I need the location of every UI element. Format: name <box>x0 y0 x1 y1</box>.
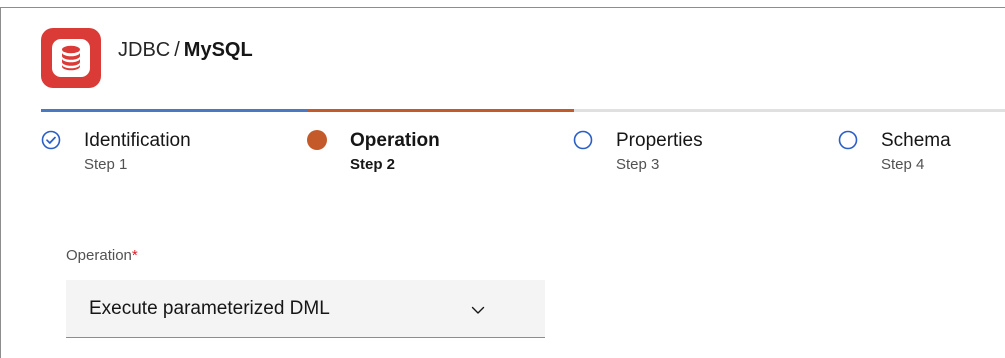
title-separator: / <box>174 39 180 61</box>
operation-dropdown[interactable]: Execute parameterized DML <box>66 280 545 338</box>
filled-circle-icon <box>307 130 327 150</box>
step-identification[interactable]: Identification Step 1 <box>41 130 191 176</box>
operation-dropdown-value: Execute parameterized DML <box>89 297 330 319</box>
empty-circle-icon <box>838 130 858 150</box>
step-label: Schema <box>881 130 951 151</box>
step-number: Step 3 <box>616 156 660 173</box>
progress-track <box>41 109 1005 112</box>
operation-field-label: Operation* <box>66 247 138 264</box>
step-number: Step 1 <box>84 156 128 173</box>
step-schema[interactable]: Schema Step 4 <box>838 130 951 176</box>
progress-segment-active <box>308 109 574 112</box>
operation-label-text: Operation <box>66 247 132 264</box>
connector-name: MySQL <box>183 39 253 61</box>
step-label: Properties <box>616 130 703 151</box>
step-properties[interactable]: Properties Step 3 <box>573 130 703 176</box>
step-number: Step 2 <box>350 156 396 173</box>
chevron-down-icon[interactable] <box>470 302 486 318</box>
database-icon <box>41 28 101 88</box>
progress-indicator: Identification Step 1 Operation Step 2 P… <box>41 130 1005 190</box>
step-label: Identification <box>84 130 191 151</box>
step-number: Step 4 <box>881 156 925 173</box>
connector-title: JDBC / MySQL <box>118 39 253 62</box>
required-asterisk: * <box>131 247 138 264</box>
connector-category: JDBC <box>118 39 171 61</box>
wizard-header: JDBC / MySQL <box>41 28 253 88</box>
step-operation[interactable]: Operation Step 2 <box>307 130 440 176</box>
empty-circle-icon <box>573 130 593 150</box>
progress-segment-completed <box>41 109 308 112</box>
step-label: Operation <box>350 130 440 151</box>
check-circle-icon <box>41 130 61 150</box>
